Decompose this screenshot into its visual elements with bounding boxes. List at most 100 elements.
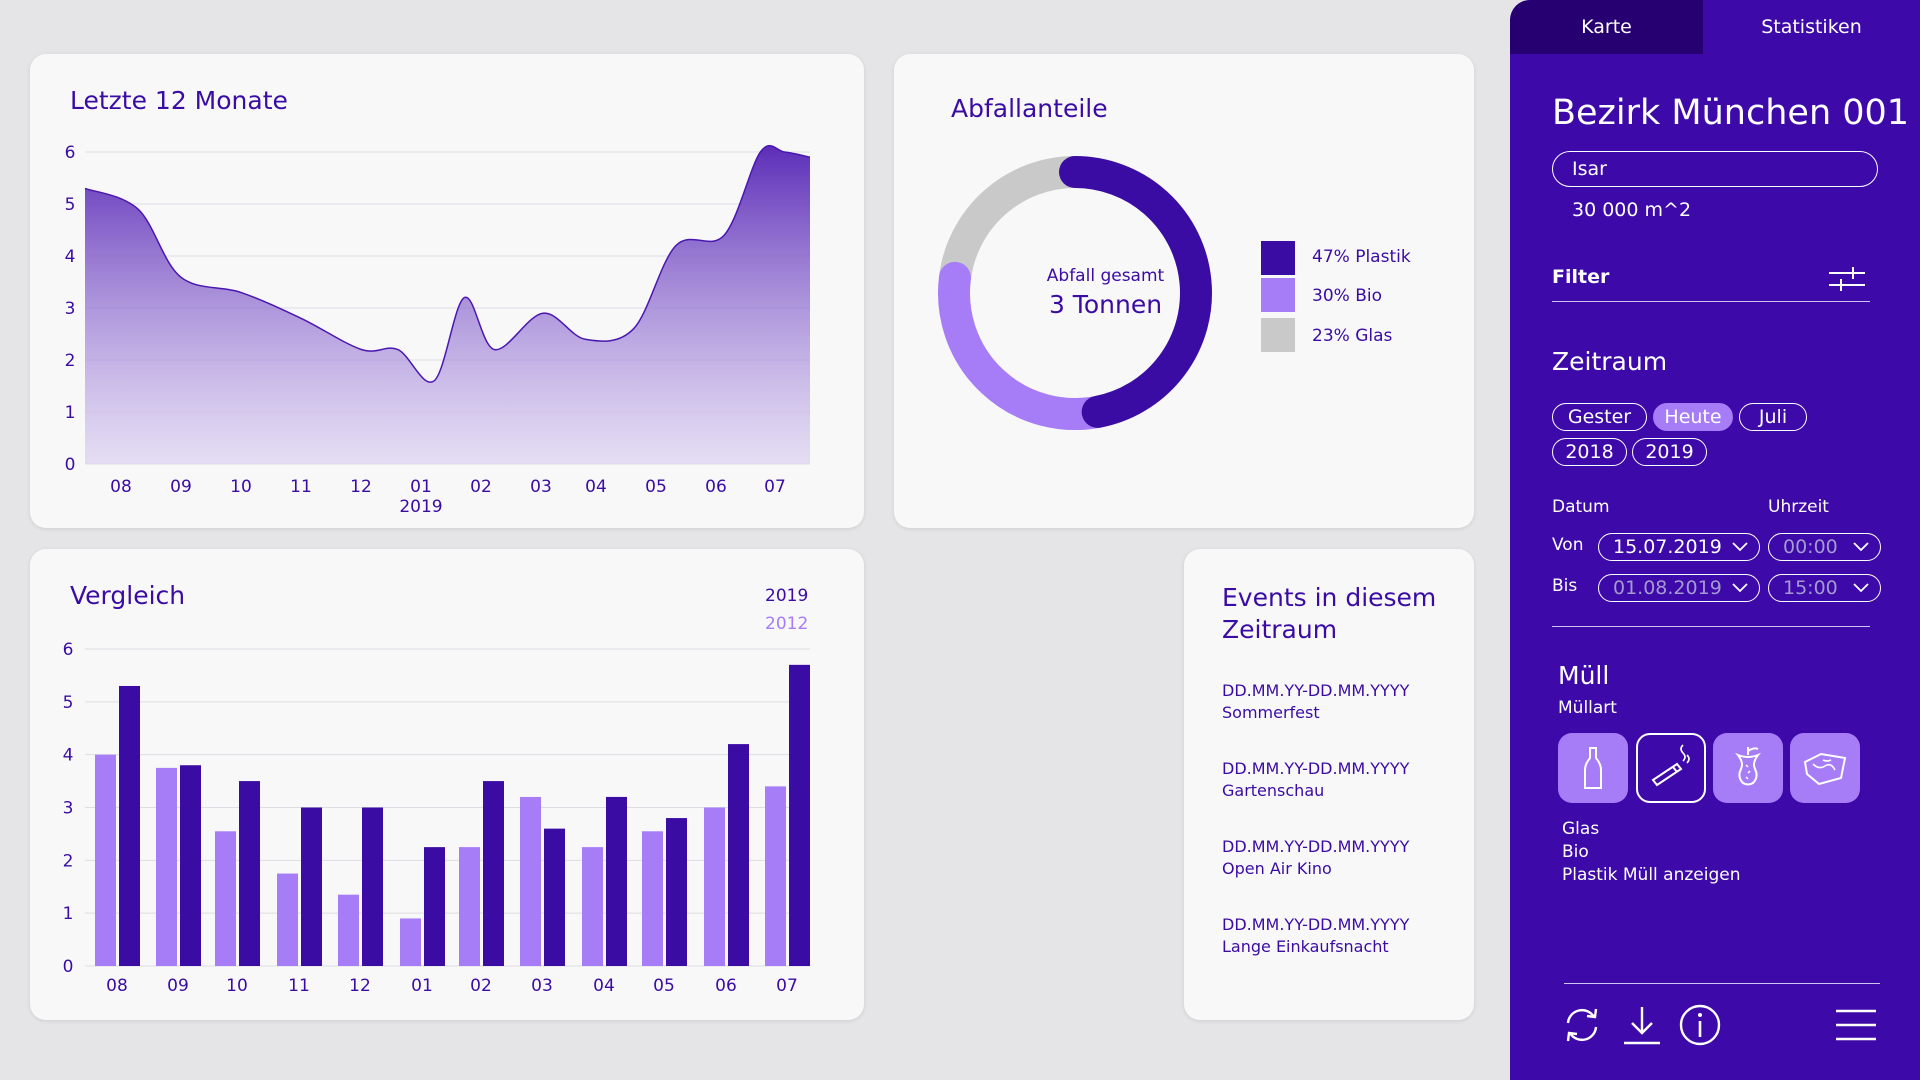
- y-tick-label: 3: [63, 799, 74, 819]
- chevron-down-icon: [1732, 583, 1748, 593]
- x-tick-label: 09: [167, 976, 189, 996]
- muell-title: Müll: [1558, 661, 1610, 690]
- x-tick-label: 07: [776, 976, 798, 996]
- x-tick-label: 12: [349, 976, 371, 996]
- area-chart-card: Letzte 12 Monate 0 1 2 3 4 5 6 08 09 10 11 12 01 02 03…: [30, 54, 864, 528]
- menu-icon[interactable]: [1834, 1003, 1878, 1047]
- datum-label: Datum: [1552, 497, 1610, 517]
- filter-sliders-icon[interactable]: [1827, 264, 1867, 294]
- bis-time-value: 15:00: [1783, 577, 1838, 599]
- bar-2019-09: [180, 765, 201, 966]
- y-tick-label: 0: [63, 957, 74, 977]
- chip-heute[interactable]: Heute: [1653, 403, 1733, 431]
- chevron-down-icon: [1853, 583, 1869, 593]
- bar-2019-02: [483, 781, 504, 966]
- event-date: DD.MM.YY-DD.MM.YYYY: [1222, 837, 1410, 856]
- uhrzeit-label: Uhrzeit: [1768, 497, 1829, 517]
- bar-2019-01: [424, 847, 445, 966]
- bar-2019-10: [239, 781, 260, 966]
- event-date: DD.MM.YY-DD.MM.YYYY: [1222, 915, 1410, 934]
- bar-2012-07: [765, 786, 786, 966]
- von-time-select[interactable]: 00:00: [1768, 533, 1881, 561]
- bar-2012-06: [704, 807, 725, 966]
- von-label: Von: [1552, 535, 1584, 555]
- y-tick-label: 5: [65, 195, 76, 215]
- bis-label: Bis: [1552, 576, 1578, 596]
- bottle-icon: [1584, 747, 1602, 789]
- bis-date-select[interactable]: 01.08.2019: [1598, 574, 1760, 602]
- bar-2012-04: [582, 847, 603, 966]
- bar-2019-03: [544, 828, 565, 966]
- y-tick-label: 1: [63, 904, 74, 924]
- x-secondary-label: 2019: [399, 497, 442, 517]
- zeitraum-title: Zeitraum: [1552, 347, 1668, 376]
- river-field[interactable]: Isar: [1552, 151, 1878, 187]
- x-tick-label: 06: [705, 477, 727, 497]
- x-tick-label: 08: [110, 477, 132, 497]
- refresh-icon[interactable]: [1560, 1003, 1604, 1047]
- filter-label: Filter: [1552, 266, 1610, 288]
- chip-2018[interactable]: 2018: [1552, 438, 1627, 466]
- legend-swatch-glas: [1261, 318, 1295, 352]
- download-icon[interactable]: [1620, 1003, 1664, 1047]
- x-tick-label: 04: [585, 477, 607, 497]
- x-tick-label: 02: [470, 477, 492, 497]
- district-title: Bezirk München 001: [1552, 93, 1910, 133]
- chevron-down-icon: [1732, 542, 1748, 552]
- waste-list-item: Bio: [1562, 842, 1589, 862]
- chip-gester[interactable]: Gester: [1552, 403, 1647, 431]
- x-tick-label: 11: [288, 976, 310, 996]
- y-tick-label: 6: [65, 143, 76, 163]
- event-name[interactable]: Lange Einkaufsnacht: [1222, 937, 1389, 956]
- chevron-down-icon: [1853, 542, 1869, 552]
- x-tick-label: 04: [593, 976, 615, 996]
- legend-swatch-bio: [1261, 278, 1295, 312]
- bis-time-select[interactable]: 15:00: [1768, 574, 1881, 602]
- y-tick-label: 4: [65, 247, 76, 267]
- y-tick-label: 2: [63, 851, 74, 871]
- x-tick-label: 03: [531, 976, 553, 996]
- bar-2012-12: [338, 894, 359, 966]
- von-time-value: 00:00: [1783, 536, 1838, 558]
- waste-type-glas-button[interactable]: [1558, 733, 1628, 803]
- bar-2019-07: [789, 664, 810, 966]
- donut-slice-glas: [938, 156, 1091, 294]
- waste-type-plastik-button[interactable]: [1790, 733, 1860, 803]
- waste-type-zigarette-button[interactable]: [1636, 733, 1706, 803]
- x-tick-label: 08: [106, 976, 128, 996]
- x-tick-label: 10: [230, 477, 252, 497]
- x-tick-label: 09: [170, 477, 192, 497]
- bar-2012-02: [459, 847, 480, 966]
- y-tick-label: 2: [65, 351, 76, 371]
- events-title-line2: Zeitraum: [1222, 615, 1338, 644]
- x-tick-label: 01: [410, 477, 432, 497]
- bar-2019-08: [119, 685, 140, 966]
- bar-2019-06: [728, 744, 749, 966]
- divider: [1552, 301, 1870, 302]
- legend-label-bio: 30% Bio: [1312, 286, 1382, 306]
- x-tick-label: 07: [764, 477, 786, 497]
- event-name[interactable]: Gartenschau: [1222, 781, 1324, 800]
- info-icon[interactable]: [1678, 1003, 1722, 1047]
- waste-type-bio-button[interactable]: [1713, 733, 1783, 803]
- chip-juli[interactable]: Juli: [1739, 403, 1807, 431]
- tab-statistiken[interactable]: Statistiken: [1703, 0, 1920, 54]
- bar-2012-08: [95, 754, 116, 966]
- area-value: 30 000 m^2: [1572, 199, 1692, 221]
- legend-label-plastik: 47% Plastik: [1312, 247, 1411, 267]
- tab-karte[interactable]: Karte: [1510, 0, 1703, 54]
- von-date-select[interactable]: 15.07.2019: [1598, 533, 1760, 561]
- chip-2019[interactable]: 2019: [1632, 438, 1707, 466]
- bar-2012-10: [215, 831, 236, 966]
- bar-2019-11: [301, 807, 322, 966]
- x-tick-label: 12: [350, 477, 372, 497]
- events-title-line1: Events in diesem: [1222, 583, 1437, 612]
- bar-chart-card: Vergleich 2019 2012 0 1 2 3 4 5 6 08 09 10 11 12 01 0…: [30, 549, 864, 1020]
- muellart-label: Müllart: [1558, 698, 1617, 718]
- x-tick-label: 11: [290, 477, 312, 497]
- event-name[interactable]: Sommerfest: [1222, 703, 1320, 722]
- bar-2012-09: [156, 767, 177, 966]
- sidebar: Karte Statistiken Bezirk München 001 Isa…: [1510, 0, 1920, 1080]
- y-tick-label: 4: [63, 746, 74, 766]
- event-name[interactable]: Open Air Kino: [1222, 859, 1332, 878]
